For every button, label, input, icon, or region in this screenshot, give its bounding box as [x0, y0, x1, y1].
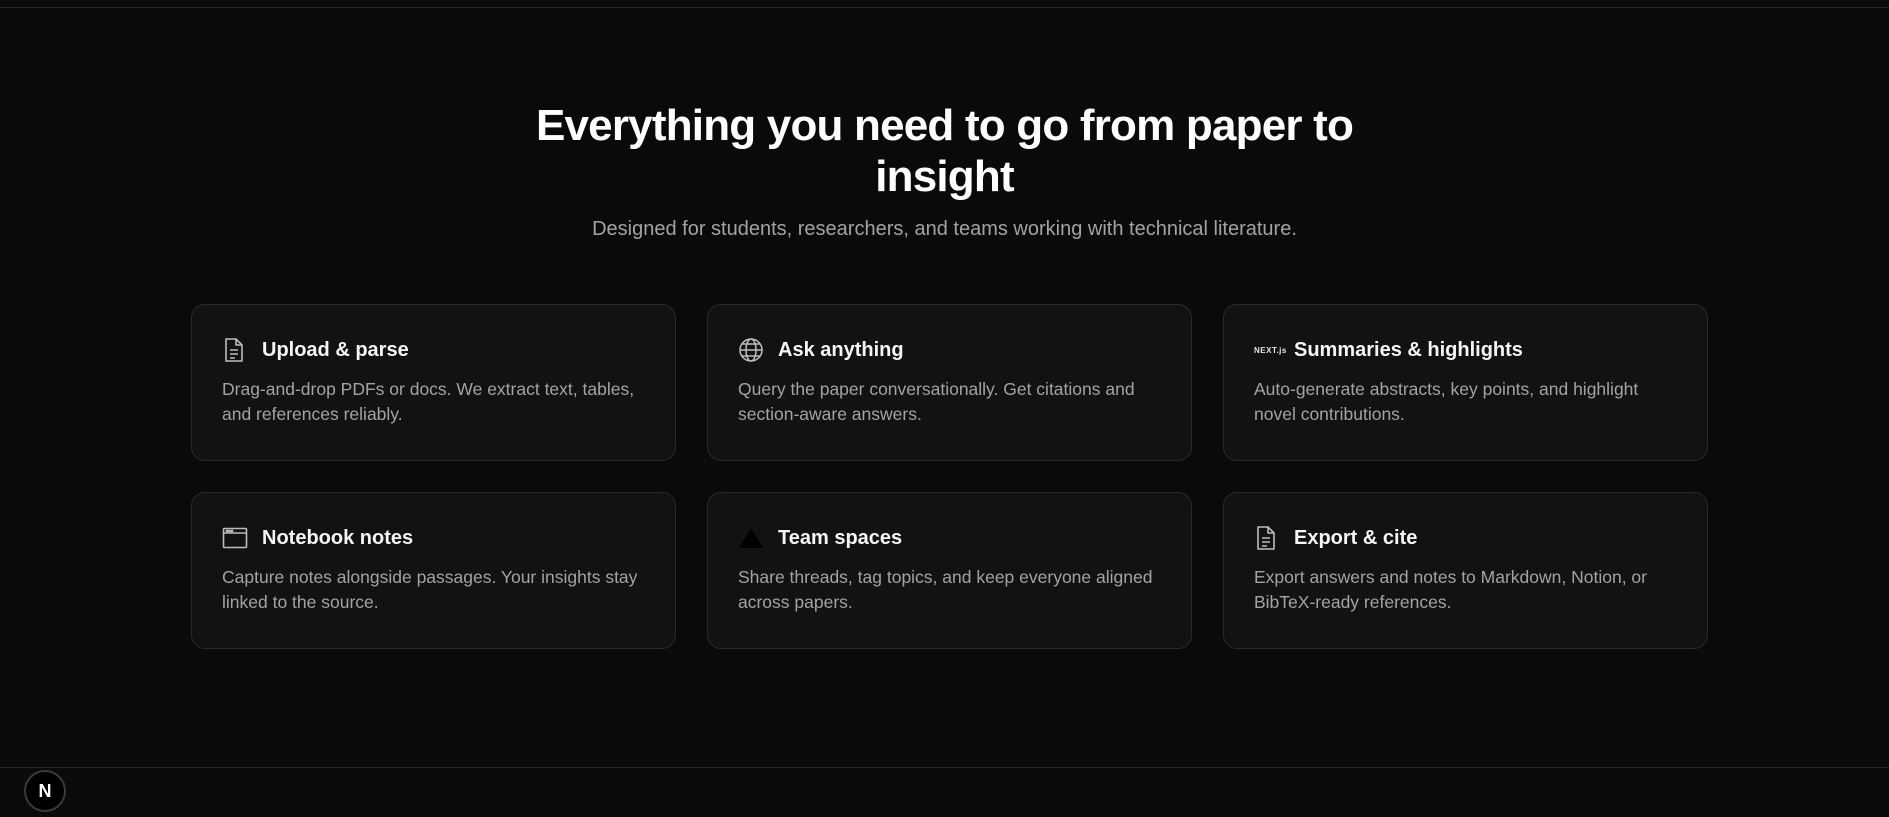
- bottom-divider: [0, 767, 1889, 768]
- feature-title: Summaries & highlights: [1294, 338, 1523, 361]
- feature-description: Drag-and-drop PDFs or docs. We extract t…: [222, 379, 635, 424]
- feature-description: Auto-generate abstracts, key points, and…: [1254, 379, 1639, 424]
- feature-card-summaries: NEXT.js Summaries & highlights Auto-gene…: [1223, 304, 1708, 461]
- hero-subtitle: Designed for students, researchers, and …: [592, 218, 1297, 240]
- feature-description: Query the paper conversationally. Get ci…: [738, 379, 1135, 424]
- hero-title: Everything you need to go from paper to …: [535, 101, 1354, 201]
- page: Everything you need to go from paper to …: [0, 0, 1889, 817]
- feature-title: Ask anything: [778, 338, 904, 361]
- feature-title: Export & cite: [1294, 526, 1418, 549]
- feature-card-export: Export & cite Export answers and notes t…: [1223, 492, 1708, 649]
- feature-title: Notebook notes: [262, 526, 414, 549]
- feature-grid: Upload & parse Drag-and-drop PDFs or doc…: [191, 304, 1709, 649]
- top-divider: [0, 7, 1889, 8]
- file-icon: [222, 336, 250, 364]
- feature-description: Share threads, tag topics, and keep ever…: [738, 567, 1153, 612]
- feature-card-ask: Ask anything Query the paper conversatio…: [707, 304, 1192, 461]
- vercel-triangle-icon: [738, 524, 766, 552]
- next-logo-icon: NEXT.js: [1254, 345, 1287, 355]
- feature-description: Export answers and notes to Markdown, No…: [1254, 567, 1647, 612]
- file-icon: [1254, 524, 1282, 552]
- feature-description: Capture notes alongside passages. Your i…: [222, 567, 638, 612]
- nextjs-logo-icon: N: [38, 780, 52, 801]
- feature-title: Team spaces: [778, 526, 903, 549]
- feature-card-upload: Upload & parse Drag-and-drop PDFs or doc…: [191, 304, 676, 461]
- feature-card-notebook: Notebook notes Capture notes alongside p…: [191, 492, 676, 649]
- nextjs-dev-tools-button[interactable]: N: [24, 770, 66, 812]
- hero-section: Everything you need to go from paper to …: [0, 100, 1889, 242]
- feature-card-team: Team spaces Share threads, tag topics, a…: [707, 492, 1192, 649]
- window-icon: [222, 524, 250, 552]
- feature-title: Upload & parse: [262, 338, 409, 361]
- globe-icon: [738, 336, 766, 364]
